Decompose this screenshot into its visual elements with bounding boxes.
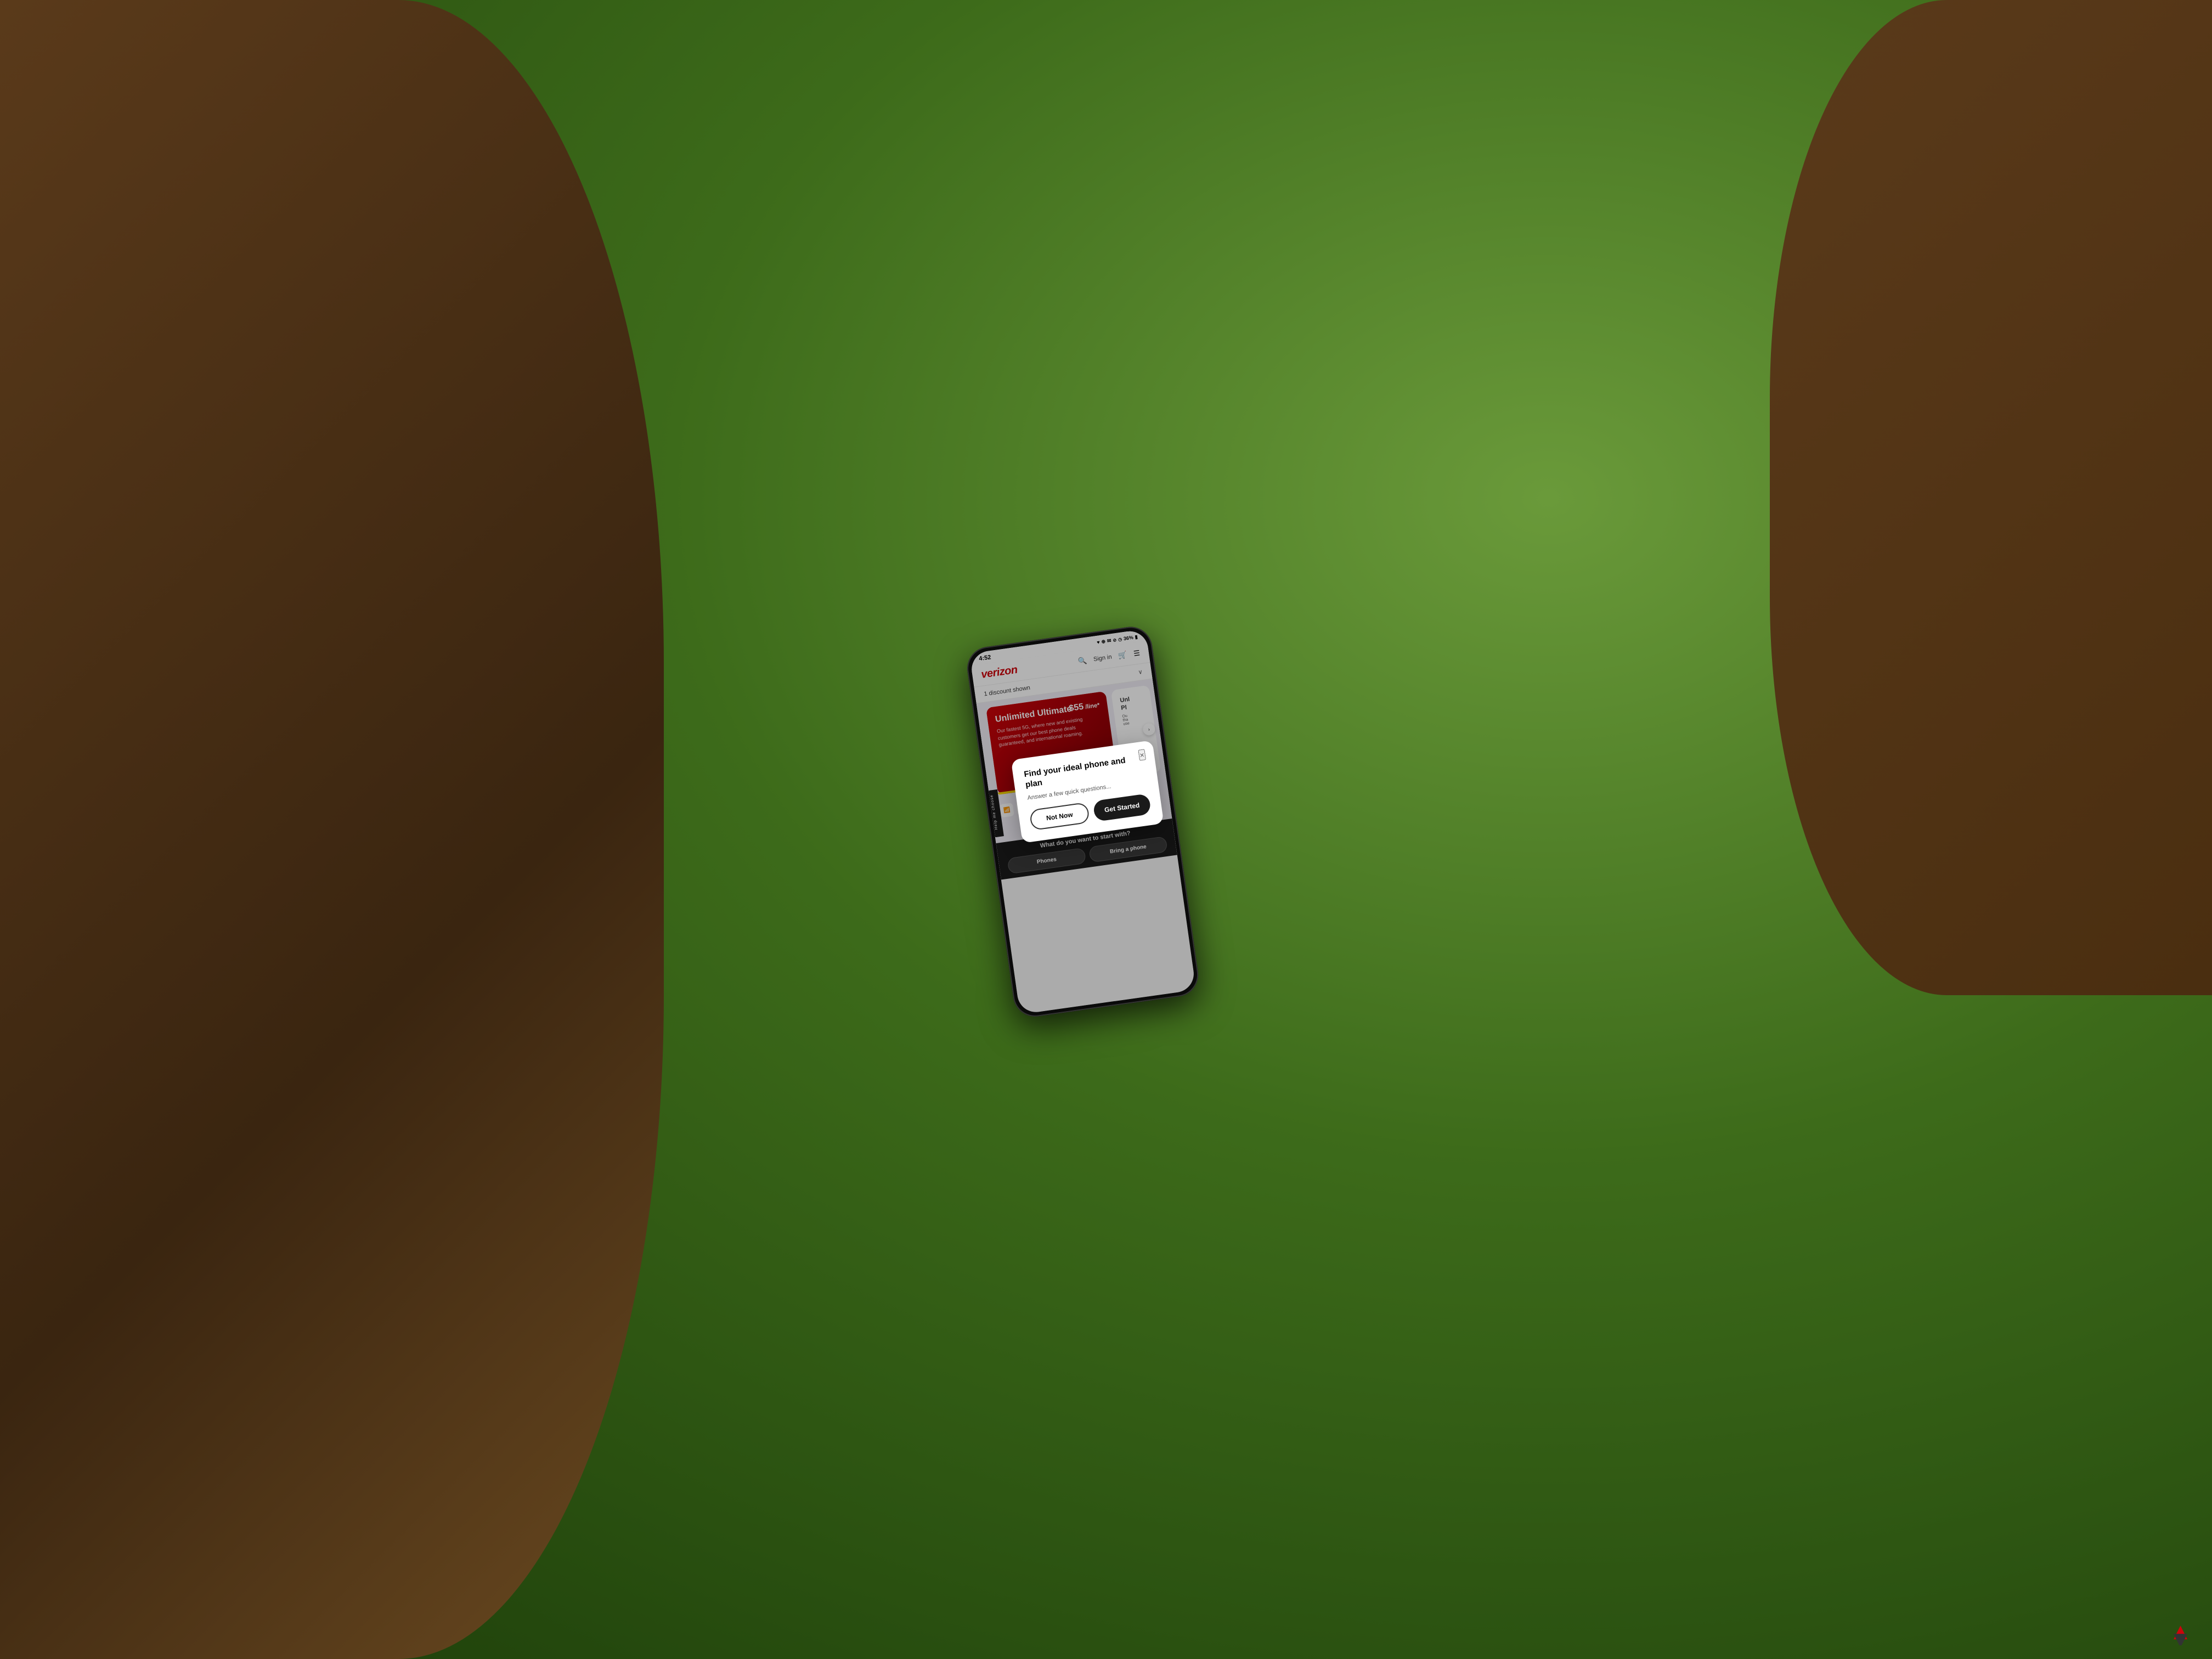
screen-content: 4:52 ♥ ⊕ ✉ ⊘ ◷ 36% ▮ verizon 🔍	[969, 629, 1196, 1014]
find-phone-modal: × Find your ideal phone and plan Answer …	[1011, 740, 1164, 843]
not-now-button[interactable]: Not Now	[1029, 802, 1090, 831]
modal-close-button[interactable]: ×	[1138, 749, 1146, 761]
av-triangle-down	[2174, 1634, 2187, 1645]
tree-right	[1770, 0, 2212, 995]
modal-buttons: Not Now Get Started	[1029, 793, 1152, 831]
get-started-button[interactable]: Get Started	[1093, 793, 1152, 822]
phone-screen: 4:52 ♥ ⊕ ✉ ⊘ ◷ 36% ▮ verizon 🔍	[969, 629, 1196, 1014]
modal-overlay: × Find your ideal phone and plan Answer …	[969, 629, 1196, 1014]
av-logo	[2174, 1623, 2201, 1648]
phone-frame: 4:52 ♥ ⊕ ✉ ⊘ ◷ 36% ▮ verizon 🔍	[964, 624, 1201, 1019]
tree-left	[0, 0, 664, 1659]
phone-hand: 4:52 ♥ ⊕ ✉ ⊘ ◷ 36% ▮ verizon 🔍	[936, 603, 1277, 1056]
